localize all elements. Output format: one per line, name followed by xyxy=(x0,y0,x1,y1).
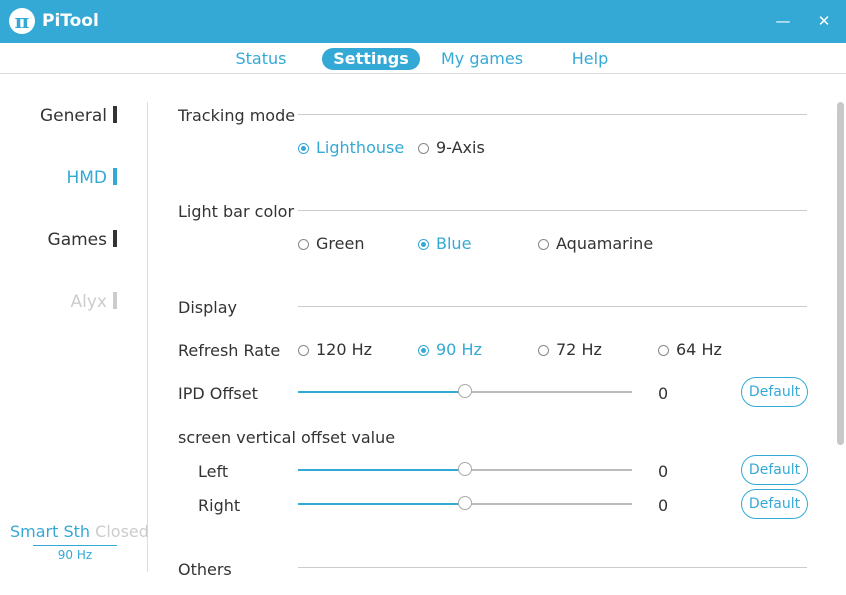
slider-thumb[interactable] xyxy=(458,462,472,476)
left-offset-value: 0 xyxy=(658,462,669,481)
section-divider xyxy=(298,210,807,211)
refresh-status: 90 Hz xyxy=(33,545,117,562)
slider-fill xyxy=(298,469,465,471)
section-divider xyxy=(298,306,807,307)
radio-label: 120 Hz xyxy=(316,340,373,359)
app-title: PiTool xyxy=(42,11,99,31)
right-offset-value: 0 xyxy=(658,496,669,515)
refresh-rate-label: Refresh Rate xyxy=(178,341,281,360)
sidebar-item-label: Alyx xyxy=(70,292,107,312)
radio-label: 9-Axis xyxy=(436,138,485,157)
right-offset-slider[interactable] xyxy=(298,496,632,512)
radio-label: 90 Hz xyxy=(436,340,482,359)
vertical-offset-label: screen vertical offset value xyxy=(178,428,396,447)
radio-icon xyxy=(418,143,429,154)
radio-72hz[interactable]: 72 Hz xyxy=(538,340,602,359)
radio-120hz[interactable]: 120 Hz xyxy=(298,340,372,359)
radio-selected-icon xyxy=(298,143,309,154)
section-divider xyxy=(298,567,807,568)
sidebar-item-games[interactable]: Games xyxy=(48,230,117,250)
radio-green[interactable]: Green xyxy=(298,234,364,253)
sidebar-item-general[interactable]: General xyxy=(40,106,117,126)
radio-selected-icon xyxy=(418,239,429,250)
left-offset-slider[interactable] xyxy=(298,462,632,478)
radio-90hz[interactable]: 90 Hz xyxy=(418,340,482,359)
radio-label: Green xyxy=(316,234,365,253)
radio-aquamarine[interactable]: Aquamarine xyxy=(538,234,653,253)
radio-icon xyxy=(538,345,549,356)
sidebar-item-label: Games xyxy=(47,230,107,250)
slider-fill xyxy=(298,391,465,393)
sidebar-item-label: HMD xyxy=(66,168,107,188)
tab-settings[interactable]: Settings xyxy=(322,48,420,70)
sidebar-marker xyxy=(113,230,117,247)
tab-my-games[interactable]: My games xyxy=(436,48,528,70)
section-divider xyxy=(298,114,807,115)
smart-status: Smart Sth Closed xyxy=(10,522,149,541)
slider-thumb[interactable] xyxy=(458,496,472,510)
sidebar-marker xyxy=(113,292,117,309)
ipd-offset-value: 0 xyxy=(658,384,669,403)
radio-icon xyxy=(298,345,309,356)
close-icon[interactable]: ✕ xyxy=(814,11,834,31)
radio-icon xyxy=(298,239,309,250)
radio-label: Lighthouse xyxy=(316,138,405,157)
radio-icon xyxy=(538,239,549,250)
tab-status[interactable]: Status xyxy=(226,48,296,70)
title-bar: π PiTool — ✕ xyxy=(0,0,846,43)
sidebar-item-label: General xyxy=(40,106,107,126)
sidebar-item-alyx[interactable]: Alyx xyxy=(71,292,117,312)
sidebar-item-hmd[interactable]: HMD xyxy=(66,168,117,188)
slider-thumb[interactable] xyxy=(458,384,472,398)
radio-selected-icon xyxy=(418,345,429,356)
pitool-logo-icon: π xyxy=(9,8,35,34)
sidebar-marker xyxy=(113,106,117,123)
radio-label: Blue xyxy=(436,234,472,253)
tracking-mode-title: Tracking mode xyxy=(178,106,296,125)
content-clip: Others xyxy=(0,0,846,578)
radio-blue[interactable]: Blue xyxy=(418,234,471,253)
scrollbar[interactable] xyxy=(837,102,844,445)
tab-help[interactable]: Help xyxy=(560,48,620,70)
radio-64hz[interactable]: 64 Hz xyxy=(658,340,722,359)
radio-label: 64 Hz xyxy=(676,340,722,359)
smart-label: Smart Sth xyxy=(10,522,91,541)
sidebar-marker xyxy=(113,168,117,185)
right-offset-label: Right xyxy=(198,496,241,515)
ipd-default-button[interactable]: Default xyxy=(741,377,808,407)
main-tabs: Status Settings My games Help xyxy=(0,43,846,74)
radio-icon xyxy=(658,345,669,356)
radio-label: Aquamarine xyxy=(556,234,654,253)
minimize-icon[interactable]: — xyxy=(773,11,793,31)
ipd-offset-label: IPD Offset xyxy=(178,384,258,403)
radio-label: 72 Hz xyxy=(556,340,602,359)
right-default-button[interactable]: Default xyxy=(741,489,808,519)
radio-lighthouse[interactable]: Lighthouse xyxy=(298,138,404,157)
left-default-button[interactable]: Default xyxy=(741,455,808,485)
others-title: Others xyxy=(178,560,232,578)
light-bar-color-title: Light bar color xyxy=(178,202,295,221)
slider-fill xyxy=(298,503,465,505)
ipd-offset-slider[interactable] xyxy=(298,384,632,400)
display-title: Display xyxy=(178,298,237,317)
radio-9-axis[interactable]: 9-Axis xyxy=(418,138,485,157)
smart-state: Closed xyxy=(95,522,149,541)
sidebar-divider xyxy=(147,102,148,572)
left-offset-label: Left xyxy=(198,462,229,481)
